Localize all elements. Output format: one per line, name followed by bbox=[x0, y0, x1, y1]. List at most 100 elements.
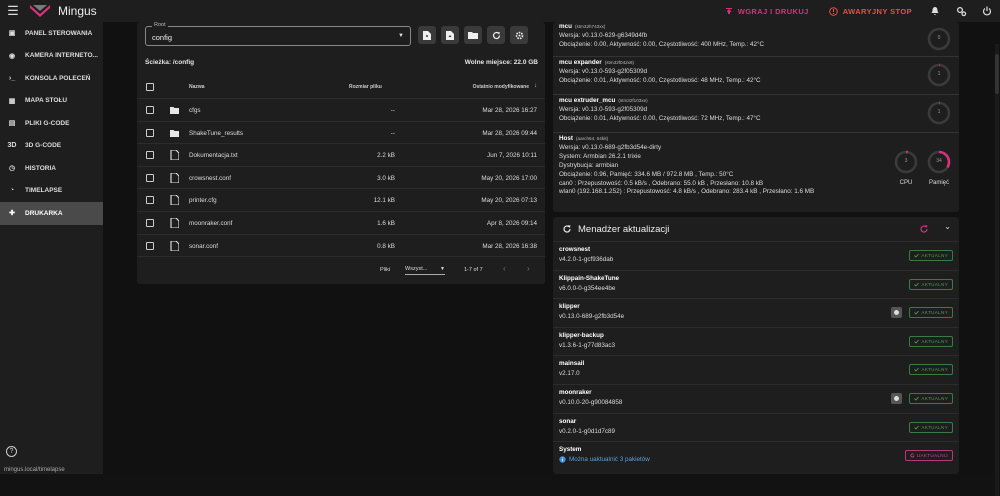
mcu-name: mcu extruder_mcu bbox=[559, 97, 616, 104]
host-detail-line: Wersja: v0.13.0-689-g2fb3d54e-dirty bbox=[559, 143, 662, 151]
next-page-icon[interactable]: › bbox=[527, 264, 530, 273]
current-path: Ścieżka: /config bbox=[145, 59, 195, 66]
file-name: sonar.conf bbox=[189, 242, 219, 250]
memory-label: Pamięć bbox=[928, 180, 949, 186]
file-table-row[interactable]: moonraker.conf 1.6 kB Apr 8, 2026 09:14 bbox=[137, 211, 545, 234]
new-file-button[interactable] bbox=[418, 26, 436, 44]
up-to-date-badge: AKTUALNY bbox=[909, 278, 953, 290]
notifications-bell-icon[interactable] bbox=[922, 0, 948, 22]
select-all-checkbox[interactable] bbox=[146, 83, 154, 91]
emergency-stop-button[interactable]: AWARYJNY STOP bbox=[819, 0, 922, 22]
memory-value: 34 bbox=[936, 158, 942, 164]
check-icon bbox=[914, 368, 920, 373]
top-app-bar: ☰ Mingus WGRAJ I DRUKUJ AWARYJNY STOP bbox=[0, 0, 1000, 22]
row-checkbox[interactable] bbox=[146, 219, 154, 227]
update-component-version: v0.2.0-1-g0d1d7c89 bbox=[559, 427, 616, 435]
file-icon bbox=[170, 218, 179, 228]
file-table-row[interactable]: crowsnest.conf 3.0 kB May 20, 2026 17:00 bbox=[137, 165, 545, 189]
upgrade-system-button[interactable]: UAKTUALNIJ bbox=[904, 450, 953, 462]
update-component-version: v0.13.0-689-g2fb3d54e bbox=[559, 313, 625, 321]
mcu-chip: (stm32f103xe) bbox=[618, 98, 648, 103]
file-icon bbox=[170, 150, 179, 161]
update-component-version: v6.0.0-0-g354ee4be bbox=[559, 284, 616, 292]
column-name-header[interactable]: Nazwa bbox=[189, 84, 205, 90]
file-table-header: Nazwa Rozmiar pliku Ostatnio modyfikowan… bbox=[137, 78, 545, 96]
file-table-row[interactable]: cfgs -- Mar 28, 2026 16:27 bbox=[137, 98, 545, 121]
update-manager-panel: Menadżer aktualizacji ⌄ crowsnest v4.2.0-… bbox=[553, 217, 959, 474]
update-row-klipper: klipper v0.13.0-689-g2fb3d54e AKTUALNY bbox=[553, 298, 959, 327]
up-to-date-badge: AKTUALNY bbox=[909, 364, 953, 376]
grid-icon: ▦ bbox=[8, 97, 16, 105]
file-name: moonraker.conf bbox=[189, 220, 233, 227]
refresh-button[interactable] bbox=[487, 26, 505, 44]
3d-icon: 3D bbox=[7, 142, 17, 150]
update-row-sonar: sonar v0.2.0-1-g0d1d7c89 AKTUALNY bbox=[553, 412, 959, 442]
root-select[interactable]: Root config ▼ bbox=[145, 22, 411, 46]
console-icon: ›_ bbox=[8, 74, 16, 82]
sidebar-item-mapa-stołu[interactable]: ▦ MAPA STOŁU bbox=[0, 90, 103, 113]
mcu-name: mcu bbox=[559, 23, 572, 30]
refresh-icon bbox=[910, 453, 915, 458]
column-size-header[interactable]: Rozmiar pliku bbox=[349, 84, 382, 90]
file-name: crowsnest.conf bbox=[189, 174, 231, 182]
update-component-name: moonraker bbox=[559, 389, 592, 396]
mcu-detail-line: Wersja: v0.13.0-629-g6349d4fb bbox=[559, 31, 648, 39]
upload-icon bbox=[725, 8, 732, 14]
refresh-icon[interactable] bbox=[919, 224, 929, 234]
settings-button[interactable] bbox=[510, 26, 528, 44]
main-content: Root config ▼ Ścieżka: /config Wolne mie… bbox=[103, 22, 1000, 496]
info-icon[interactable] bbox=[891, 393, 902, 404]
scrollbar[interactable] bbox=[995, 44, 999, 496]
divider bbox=[553, 132, 959, 133]
upload-and-print-button[interactable]: WGRAJ I DRUKUJ bbox=[715, 0, 819, 22]
collapse-chevron-icon[interactable]: ⌄ bbox=[944, 222, 951, 231]
row-checkbox[interactable] bbox=[146, 173, 154, 182]
previous-page-icon[interactable]: ‹ bbox=[503, 264, 506, 273]
hamburger-menu-icon[interactable]: ☰ bbox=[0, 3, 26, 19]
row-checkbox[interactable] bbox=[146, 196, 154, 205]
sidebar-item-timelapse[interactable]: ◔ TIMELAPSE bbox=[0, 180, 103, 203]
settings-cogs-icon[interactable] bbox=[948, 0, 974, 22]
info-icon[interactable] bbox=[891, 307, 902, 319]
column-modified-header[interactable]: Ostatnio modyfikowane bbox=[473, 84, 529, 90]
sidebar-item-label: HISTORIA bbox=[25, 164, 56, 172]
file-table-row[interactable]: printer.cfg 12.1 kB May 20, 2026 07:13 bbox=[137, 188, 545, 211]
mcu-chip: (stm32h743xx) bbox=[574, 24, 606, 29]
items-per-page-select[interactable]: Wszyst... ▼ bbox=[405, 266, 445, 275]
file-icon: ▤ bbox=[8, 120, 16, 128]
file-table-row[interactable]: sonar.conf 0.8 kB Mar 28, 2026 16:38 bbox=[137, 233, 545, 257]
emergency-stop-label: AWARYJNY STOP bbox=[842, 6, 912, 16]
upload-file-button[interactable] bbox=[441, 26, 459, 44]
sidebar-item-pliki-g-code[interactable]: ▤ PLIKI G-CODE bbox=[0, 112, 103, 135]
file-size: 12.1 kB bbox=[373, 197, 395, 205]
sidebar-item-3d-g-code[interactable]: 3D 3D G-CODE bbox=[0, 135, 103, 158]
sidebar-item-konsola-poleceń[interactable]: ›_ KONSOLA POLECEŃ bbox=[0, 67, 103, 90]
gauge-value: 1 bbox=[937, 71, 941, 77]
cpu-value: 3 bbox=[904, 158, 908, 164]
file-name: cfgs bbox=[189, 107, 201, 114]
help-icon[interactable]: ? bbox=[6, 446, 17, 457]
sort-arrow-down-icon: ↓ bbox=[534, 83, 537, 89]
chevron-down-icon: ▼ bbox=[398, 33, 404, 39]
check-icon bbox=[914, 310, 920, 315]
sidebar-item-kamera-interneto[interactable]: ◉ KAMERA INTERNETO... bbox=[0, 45, 103, 68]
sidebar-item-historia[interactable]: ◷ HISTORIA bbox=[0, 157, 103, 180]
file-modified: May 20, 2026 07:13 bbox=[481, 197, 537, 205]
row-checkbox[interactable] bbox=[146, 106, 154, 114]
file-table-row[interactable]: Dokumentacja.txt 2.2 kB Jun 7, 2026 10:11 bbox=[137, 143, 545, 166]
update-component-name: klipper bbox=[559, 303, 580, 311]
sidebar-item-panel-sterowania[interactable]: ▣ PANEL STEROWANIA bbox=[0, 22, 103, 45]
update-row-crowsnest: crowsnest v4.2.0-1-gcf936dab AKTUALNY bbox=[553, 241, 959, 270]
sidebar: ▣ PANEL STEROWANIA ◉ KAMERA INTERNETO... ›_ K… bbox=[0, 22, 103, 474]
app-title: Mingus bbox=[58, 4, 97, 18]
power-icon[interactable] bbox=[974, 0, 1000, 22]
sidebar-item-drukarka[interactable]: ✚ DRUKARKA bbox=[0, 202, 103, 225]
row-checkbox[interactable] bbox=[146, 241, 154, 250]
update-component-name: mainsail bbox=[559, 360, 585, 368]
row-checkbox[interactable] bbox=[146, 151, 154, 160]
new-folder-button[interactable] bbox=[464, 26, 482, 44]
file-table-row[interactable]: ShakeTune_results -- Mar 28, 2026 09:44 bbox=[137, 120, 545, 144]
badge-label: AKTUALNY bbox=[921, 338, 948, 344]
page-range: 1-7 of 7 bbox=[464, 267, 483, 273]
row-checkbox[interactable] bbox=[146, 128, 154, 137]
